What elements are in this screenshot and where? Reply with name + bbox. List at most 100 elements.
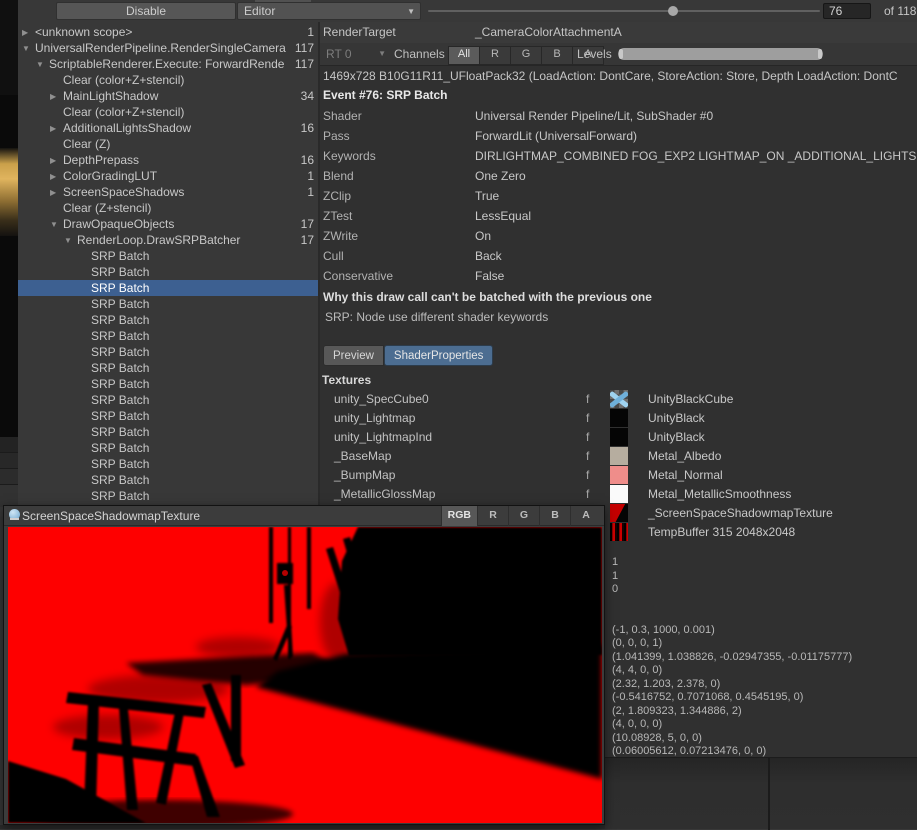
tree-row-label: SRP Batch bbox=[91, 489, 314, 503]
tree-row[interactable]: SRP Batch bbox=[18, 440, 318, 456]
shader-state-label: Cull bbox=[323, 249, 344, 263]
tree-row[interactable]: Clear (Z) bbox=[18, 136, 318, 152]
shader-state-value: On bbox=[475, 229, 917, 243]
tree-row[interactable]: SRP Batch bbox=[18, 360, 318, 376]
shader-state-row: ZTestLessEqual bbox=[320, 206, 917, 226]
foldout-open-icon[interactable]: ▼ bbox=[36, 60, 49, 69]
disable-button[interactable]: Disable bbox=[56, 2, 236, 20]
levels-max-handle[interactable] bbox=[818, 49, 822, 59]
tree-row-label: SRP Batch bbox=[91, 249, 314, 263]
background-bottom-strip bbox=[0, 825, 605, 829]
channel-r-button[interactable]: R bbox=[480, 47, 511, 64]
tree-row[interactable]: ▶ScreenSpaceShadows1 bbox=[18, 184, 318, 200]
tree-row-count: 17 bbox=[301, 233, 318, 247]
foldout-closed-icon[interactable]: ▶ bbox=[50, 156, 63, 165]
tree-row-count: 1 bbox=[307, 169, 318, 183]
shader-state-value: False bbox=[475, 269, 917, 283]
tree-row[interactable]: SRP Batch bbox=[18, 456, 318, 472]
shader-state-row: PassForwardLit (UniversalForward) bbox=[320, 126, 917, 146]
tree-row[interactable]: ▼DrawOpaqueObjects17 bbox=[18, 216, 318, 232]
tree-row[interactable]: Clear (Z+stencil) bbox=[18, 200, 318, 216]
tree-row[interactable]: SRP Batch bbox=[18, 248, 318, 264]
tree-row[interactable]: ▶<unknown scope>1 bbox=[18, 24, 318, 40]
tree-row-count: 117 bbox=[295, 41, 318, 55]
preview-channel-r-button[interactable]: R bbox=[477, 506, 508, 526]
foldout-open-icon[interactable]: ▼ bbox=[64, 236, 77, 245]
preview-channel-g-button[interactable]: G bbox=[508, 506, 539, 526]
tree-row[interactable]: Clear (color+Z+stencil) bbox=[18, 72, 318, 88]
batch-break-title: Why this draw call can't be batched with… bbox=[323, 290, 652, 304]
rt-index-dropdown[interactable]: RT 0 ▼ bbox=[323, 46, 388, 62]
background-panel-row bbox=[0, 453, 18, 469]
channel-all-button[interactable]: All bbox=[449, 47, 480, 64]
texture-stage-flag: f bbox=[586, 468, 589, 482]
texture-row[interactable]: _BumpMapfMetal_Normal bbox=[320, 466, 917, 485]
event-number-field[interactable] bbox=[823, 3, 871, 19]
foldout-closed-icon[interactable]: ▶ bbox=[50, 172, 63, 181]
foldout-open-icon[interactable]: ▼ bbox=[50, 220, 63, 229]
preview-channel-b-button[interactable]: B bbox=[539, 506, 570, 526]
preview-channel-rgb-button[interactable]: RGB bbox=[441, 506, 477, 526]
texture-property-name: _BumpMap bbox=[334, 468, 395, 482]
shader-state-row: ConservativeFalse bbox=[320, 266, 917, 286]
property-value-line bbox=[612, 610, 852, 624]
texture-row[interactable]: _MetallicGlossMapfMetal_MetallicSmoothne… bbox=[320, 485, 917, 504]
tree-row[interactable]: SRP Batch bbox=[18, 376, 318, 392]
tree-row[interactable]: ▼RenderLoop.DrawSRPBatcher17 bbox=[18, 232, 318, 248]
property-value-line: (0, 0, 0, 1) bbox=[612, 637, 852, 651]
texture-row[interactable]: unity_LightmapfUnityBlack bbox=[320, 409, 917, 428]
channel-b-button[interactable]: B bbox=[542, 47, 573, 64]
tree-row[interactable]: SRP Batch bbox=[18, 344, 318, 360]
target-select-dropdown[interactable]: Editor ▼ bbox=[237, 2, 421, 20]
foldout-closed-icon[interactable]: ▶ bbox=[50, 124, 63, 133]
texture-row[interactable]: _BaseMapfMetal_Albedo bbox=[320, 447, 917, 466]
levels-range-slider[interactable] bbox=[618, 48, 823, 60]
tree-row[interactable]: SRP Batch bbox=[18, 488, 318, 504]
tree-row[interactable]: SRP Batch bbox=[18, 312, 318, 328]
foldout-closed-icon[interactable]: ▶ bbox=[22, 28, 35, 37]
tree-row[interactable]: ▶DepthPrepass16 bbox=[18, 152, 318, 168]
shader-state-label: Keywords bbox=[323, 149, 376, 163]
tree-row[interactable]: SRP Batch bbox=[18, 472, 318, 488]
tree-row[interactable]: ▶ColorGradingLUT1 bbox=[18, 168, 318, 184]
tree-row-label: SRP Batch bbox=[91, 409, 314, 423]
tree-row[interactable]: ▶MainLightShadow34 bbox=[18, 88, 318, 104]
tree-row[interactable]: SRP Batch bbox=[18, 424, 318, 440]
tree-row[interactable]: SRP Batch bbox=[18, 328, 318, 344]
tab-preview[interactable]: Preview bbox=[323, 345, 384, 366]
foldout-open-icon[interactable]: ▼ bbox=[22, 44, 35, 53]
background-scene-strip bbox=[0, 0, 18, 507]
shader-state-row: ZClipTrue bbox=[320, 186, 917, 206]
property-value-line: (2, 1.809323, 1.344886, 2) bbox=[612, 705, 852, 719]
texture-preview-header[interactable]: ScreenSpaceShadowmapTexture RGBRGBA bbox=[4, 506, 604, 526]
event-slider[interactable] bbox=[428, 10, 820, 12]
levels-min-handle[interactable] bbox=[619, 49, 623, 59]
channel-g-button[interactable]: G bbox=[511, 47, 542, 64]
tree-row[interactable]: SRP Batch bbox=[18, 408, 318, 424]
scene-fragment-gold-object bbox=[0, 148, 18, 236]
tree-row-label: AdditionalLightsShadow bbox=[63, 121, 301, 135]
texture-row[interactable]: unity_SpecCube0fUnityBlackCube bbox=[320, 390, 917, 409]
texture-asset-name: _ScreenSpaceShadowmapTexture bbox=[648, 506, 833, 520]
tree-row[interactable]: ▼ScriptableRenderer.Execute: ForwardRend… bbox=[18, 56, 318, 72]
tree-row-label: Clear (Z) bbox=[63, 137, 314, 151]
texture-thumbnail bbox=[610, 390, 628, 408]
tab-shader-properties[interactable]: ShaderProperties bbox=[384, 345, 494, 366]
tree-row[interactable]: SRP Batch bbox=[18, 296, 318, 312]
scene-fragment-dark bbox=[0, 0, 18, 95]
tree-row-label: DepthPrepass bbox=[63, 153, 301, 167]
tree-row[interactable]: ▼UniversalRenderPipeline.RenderSingleCam… bbox=[18, 40, 318, 56]
preview-channel-a-button[interactable]: A bbox=[570, 506, 601, 526]
tree-row[interactable]: ▶AdditionalLightsShadow16 bbox=[18, 120, 318, 136]
event-slider-handle[interactable] bbox=[668, 6, 678, 16]
render-target-label: RenderTarget bbox=[323, 25, 396, 39]
tree-row[interactable]: Clear (color+Z+stencil) bbox=[18, 104, 318, 120]
foldout-closed-icon[interactable]: ▶ bbox=[50, 188, 63, 197]
tree-row[interactable]: SRP Batch bbox=[18, 280, 318, 296]
texture-asset-name: UnityBlack bbox=[648, 411, 705, 425]
texture-row[interactable]: unity_LightmapIndfUnityBlack bbox=[320, 428, 917, 447]
foldout-closed-icon[interactable]: ▶ bbox=[50, 92, 63, 101]
tree-row[interactable]: SRP Batch bbox=[18, 264, 318, 280]
tree-row[interactable]: SRP Batch bbox=[18, 392, 318, 408]
texture-property-name: unity_SpecCube0 bbox=[334, 392, 429, 406]
